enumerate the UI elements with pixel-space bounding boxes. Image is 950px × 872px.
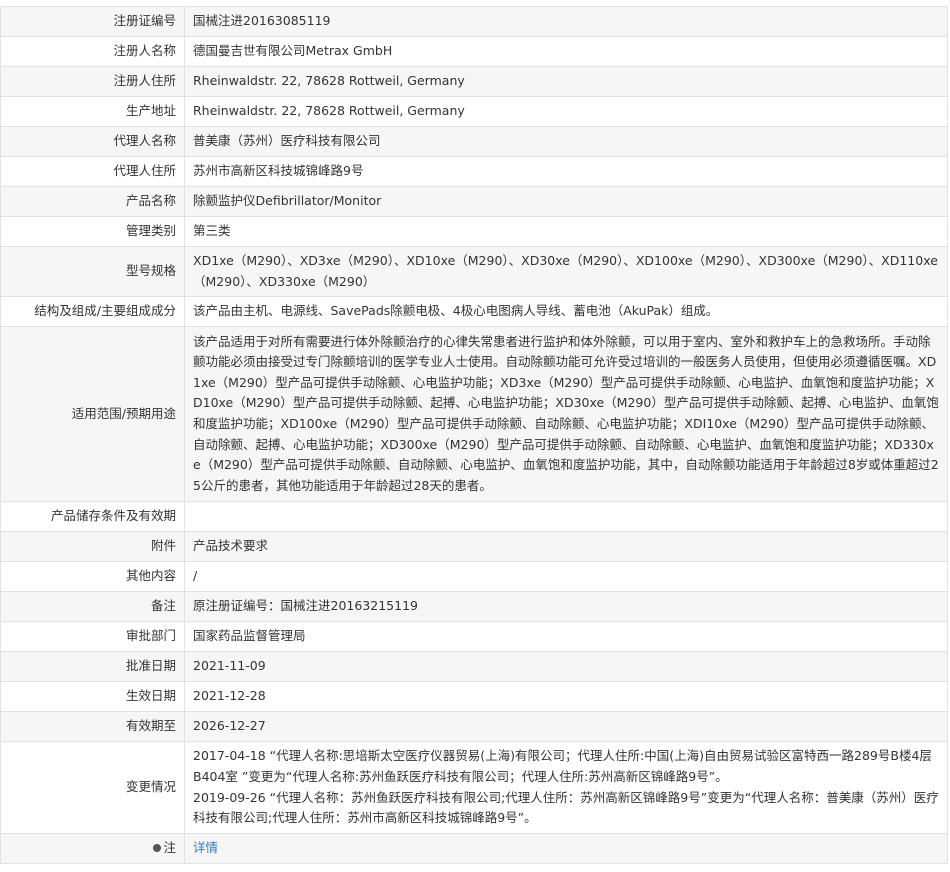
- row-agent-address: 代理人住所 苏州市高新区科技城锦峰路9号: [0, 156, 948, 187]
- row-label: 注册证编号: [0, 6, 185, 37]
- row-model-spec: 型号规格 XD1xe（M290）、XD3xe（M290）、XD10xe（M290）…: [0, 246, 948, 297]
- row-label: 适用范围/预期用途: [0, 326, 185, 502]
- row-label: 审批部门: [0, 621, 185, 652]
- row-intended-use: 适用范围/预期用途 该产品适用于对所有需要进行体外除颤治疗的心律失常患者进行监护和…: [0, 326, 948, 502]
- row-registrant-address: 注册人住所 Rheinwaldstr. 22, 78628 Rottweil, G…: [0, 66, 948, 97]
- row-value: 原注册证编号：国械注进20163215119: [184, 591, 948, 622]
- row-label: 变更情况: [0, 741, 185, 834]
- row-label: 结构及组成/主要组成成分: [0, 296, 185, 327]
- row-value: 2021-11-09: [184, 651, 948, 682]
- row-label: 有效期至: [0, 711, 185, 742]
- row-value: /: [184, 561, 948, 592]
- row-effective-date: 生效日期 2021-12-28: [0, 681, 948, 712]
- row-value: 该产品由主机、电源线、SavePads除颤电极、4极心电图病人导线、蓄电池（Ak…: [184, 296, 948, 327]
- note-label: 注: [163, 840, 176, 856]
- row-value: 国械注进20163085119: [184, 6, 948, 37]
- row-reg-number: 注册证编号 国械注进20163085119: [0, 6, 948, 37]
- changes-list: 2017-04-18 “代理人名称:思培斯太空医疗仪器贸易(上海)有限公司；代理…: [184, 741, 948, 834]
- row-value: XD1xe（M290）、XD3xe（M290）、XD10xe（M290）、XD3…: [184, 246, 948, 297]
- row-value: [184, 501, 948, 532]
- row-value: Rheinwaldstr. 22, 78628 Rottweil, German…: [184, 66, 948, 97]
- row-value: Rheinwaldstr. 22, 78628 Rottweil, German…: [184, 96, 948, 127]
- row-value: 2021-12-28: [184, 681, 948, 712]
- row-remarks: 备注 原注册证编号：国械注进20163215119: [0, 591, 948, 622]
- row-approval-dept: 审批部门 国家药品监督管理局: [0, 621, 948, 652]
- row-attachment: 附件 产品技术要求: [0, 531, 948, 562]
- row-label: 批准日期: [0, 651, 185, 682]
- row-label: 管理类别: [0, 216, 185, 247]
- row-valid-until: 有效期至 2026-12-27: [0, 711, 948, 742]
- row-management-class: 管理类别 第三类: [0, 216, 948, 247]
- row-registrant-name: 注册人名称 德国曼吉世有限公司Metrax GmbH: [0, 36, 948, 67]
- change-entry: 2019-09-26 “代理人名称：苏州鱼跃医疗科技有限公司;代理人住所：苏州高…: [193, 789, 939, 826]
- row-value: 国家药品监督管理局: [184, 621, 948, 652]
- row-product-name: 产品名称 除颤监护仪Defibrillator/Monitor: [0, 186, 948, 217]
- row-other: 其他内容 /: [0, 561, 948, 592]
- row-label: 型号规格: [0, 246, 185, 297]
- row-production-address: 生产地址 Rheinwaldstr. 22, 78628 Rottweil, Ge…: [0, 96, 948, 127]
- row-value: 德国曼吉世有限公司Metrax GmbH: [184, 36, 948, 67]
- row-label: 注册人名称: [0, 36, 185, 67]
- row-value: 第三类: [184, 216, 948, 247]
- row-label: 代理人住所: [0, 156, 185, 187]
- row-label: 产品储存条件及有效期: [0, 501, 185, 532]
- registration-info-table: 注册证编号 国械注进20163085119 注册人名称 德国曼吉世有限公司Metra…: [0, 6, 948, 864]
- row-value: 详情: [184, 833, 948, 864]
- row-label: 注册人住所: [0, 66, 185, 97]
- row-label: 其他内容: [0, 561, 185, 592]
- row-storage: 产品储存条件及有效期: [0, 501, 948, 532]
- row-value: 2026-12-27: [184, 711, 948, 742]
- details-link[interactable]: 详情: [193, 840, 218, 855]
- row-label: 代理人名称: [0, 126, 185, 157]
- row-label: 生产地址: [0, 96, 185, 127]
- row-value: 苏州市高新区科技城锦峰路9号: [184, 156, 948, 187]
- row-label: 备注: [0, 591, 185, 622]
- row-changes: 变更情况 2017-04-18 “代理人名称:思培斯太空医疗仪器贸易(上海)有限…: [0, 741, 948, 834]
- info-icon: [153, 843, 162, 852]
- row-value: 该产品适用于对所有需要进行体外除颤治疗的心律失常患者进行监护和体外除颤，可以用于…: [184, 326, 948, 502]
- row-note: 注 详情: [0, 833, 948, 864]
- row-label: 生效日期: [0, 681, 185, 712]
- row-value: 产品技术要求: [184, 531, 948, 562]
- row-value: 普美康（苏州）医疗科技有限公司: [184, 126, 948, 157]
- row-value: 除颤监护仪Defibrillator/Monitor: [184, 186, 948, 217]
- row-approval-date: 批准日期 2021-11-09: [0, 651, 948, 682]
- change-entry: 2017-04-18 “代理人名称:思培斯太空医疗仪器贸易(上海)有限公司；代理…: [193, 748, 932, 784]
- row-agent-name: 代理人名称 普美康（苏州）医疗科技有限公司: [0, 126, 948, 157]
- row-label: 注: [0, 833, 185, 864]
- row-label: 产品名称: [0, 186, 185, 217]
- row-label: 附件: [0, 531, 185, 562]
- row-structure: 结构及组成/主要组成成分 该产品由主机、电源线、SavePads除颤电极、4极心电…: [0, 296, 948, 327]
